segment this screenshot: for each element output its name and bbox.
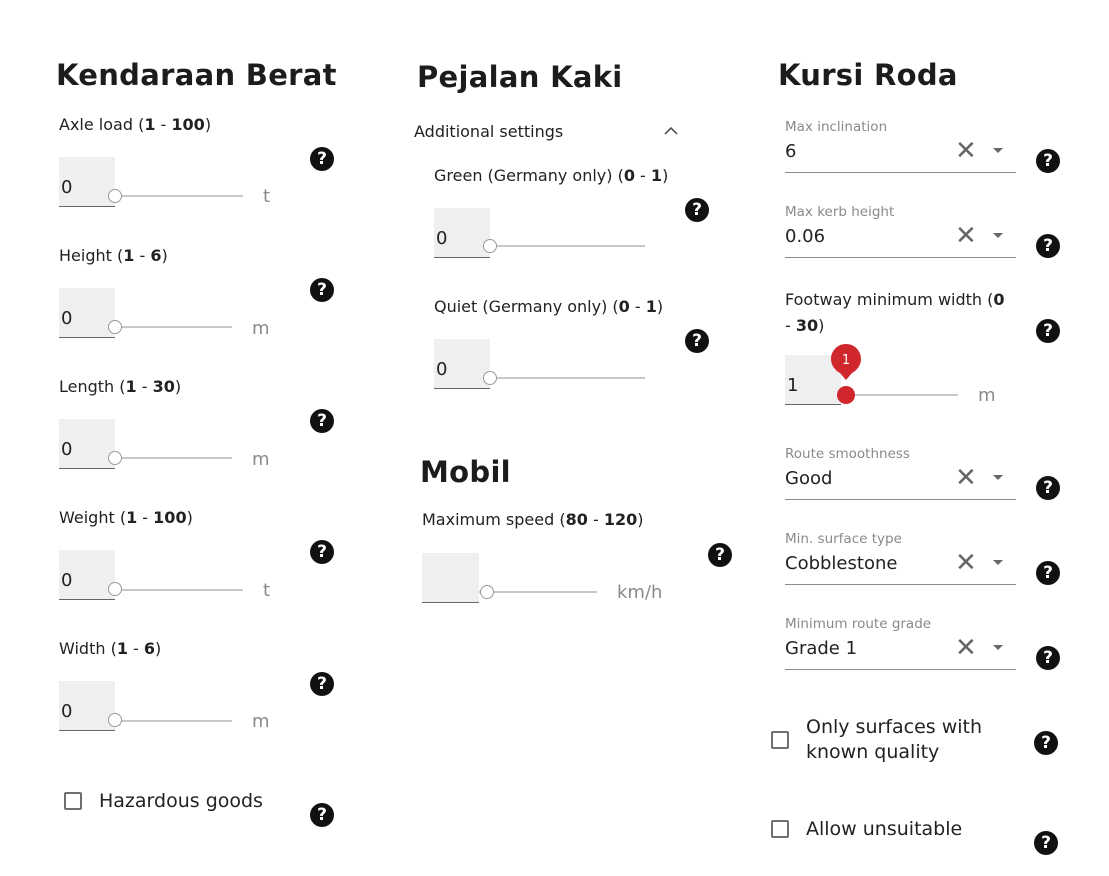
max-inclination-help-icon[interactable]: ? — [1036, 149, 1060, 173]
route-smoothness-caption: Route smoothness — [785, 446, 910, 462]
max-speed-help-icon[interactable]: ? — [708, 543, 732, 567]
dropdown-arrow-icon[interactable] — [993, 475, 1003, 480]
max-kerb-height-select[interactable]: Max kerb height 0.06 ✕ — [785, 202, 1016, 258]
footway-width-help-icon[interactable]: ? — [1036, 319, 1060, 343]
quiet-help-icon[interactable]: ? — [685, 329, 709, 353]
known-quality-checkbox[interactable] — [771, 731, 789, 749]
quiet-slider-track[interactable] — [490, 377, 645, 379]
min-route-grade-help-icon[interactable]: ? — [1036, 646, 1060, 670]
route-smoothness-help-icon[interactable]: ? — [1036, 476, 1060, 500]
footway-width-unit: m — [978, 385, 996, 406]
min-surface-type-caption: Min. surface type — [785, 531, 902, 547]
quiet-label: Quiet (Germany only) (0 - 1) — [434, 297, 664, 316]
route-smoothness-value: Good — [785, 468, 833, 489]
width-slider-track[interactable] — [115, 720, 232, 722]
width-unit: m — [252, 711, 270, 732]
axle-load-help-icon[interactable]: ? — [310, 147, 334, 171]
heavy-vehicle-title: Kendaraan Berat — [56, 58, 337, 92]
green-input[interactable]: 0 — [434, 208, 490, 258]
length-slider-thumb[interactable] — [108, 451, 122, 465]
weight-slider-thumb[interactable] — [108, 582, 122, 596]
width-label: Width (1 - 6) — [59, 639, 162, 658]
route-smoothness-select[interactable]: Route smoothness Good ✕ — [785, 444, 1016, 500]
length-label: Length (1 - 30) — [59, 377, 182, 396]
pedestrian-title: Pejalan Kaki — [417, 60, 623, 94]
known-quality-label: Only surfaces with known quality — [806, 716, 983, 763]
max-speed-slider-track[interactable] — [479, 591, 597, 593]
height-label: Height (1 - 6) — [59, 246, 168, 265]
height-input[interactable]: 0 — [59, 288, 115, 338]
length-slider-track[interactable] — [115, 457, 232, 459]
weight-slider-track[interactable] — [115, 589, 243, 591]
clear-icon[interactable]: ✕ — [955, 137, 977, 165]
axle-load-slider-track[interactable] — [115, 195, 243, 197]
footway-width-label: Footway minimum width (0 - 30) — [785, 290, 1005, 335]
axle-load-label: Axle load (1 - 100) — [59, 115, 212, 134]
weight-input[interactable]: 0 — [59, 550, 115, 600]
weight-help-icon[interactable]: ? — [310, 540, 334, 564]
weight-label: Weight (1 - 100) — [59, 508, 193, 527]
min-surface-type-value: Cobblestone — [785, 553, 898, 574]
dropdown-arrow-icon[interactable] — [993, 560, 1003, 565]
hazardous-goods-label: Hazardous goods — [99, 790, 263, 812]
dropdown-arrow-icon[interactable] — [993, 645, 1003, 650]
clear-icon[interactable]: ✕ — [955, 634, 977, 662]
clear-icon[interactable]: ✕ — [955, 464, 977, 492]
width-slider-thumb[interactable] — [108, 713, 122, 727]
max-kerb-height-caption: Max kerb height — [785, 204, 895, 220]
max-inclination-value: 6 — [785, 141, 797, 162]
axle-load-slider-thumb[interactable] — [108, 189, 122, 203]
max-speed-input[interactable] — [422, 553, 479, 603]
length-help-icon[interactable]: ? — [310, 409, 334, 433]
chevron-up-icon[interactable] — [664, 126, 678, 136]
footway-width-badge: 1 — [842, 353, 850, 368]
width-input[interactable]: 0 — [59, 681, 115, 731]
hazardous-goods-checkbox[interactable] — [64, 792, 82, 810]
green-help-icon[interactable]: ? — [685, 198, 709, 222]
length-input[interactable]: 0 — [59, 419, 115, 469]
footway-width-slider-thumb[interactable]: 1 — [828, 342, 864, 408]
green-slider-track[interactable] — [490, 245, 645, 247]
hazardous-goods-help-icon[interactable]: ? — [310, 803, 334, 827]
wheelchair-title: Kursi Roda — [778, 58, 958, 92]
height-unit: m — [252, 318, 270, 339]
min-route-grade-caption: Minimum route grade — [785, 616, 932, 632]
allow-unsuitable-help-icon[interactable]: ? — [1034, 831, 1058, 855]
weight-unit: t — [263, 580, 271, 601]
min-surface-type-help-icon[interactable]: ? — [1036, 561, 1060, 585]
min-surface-type-select[interactable]: Min. surface type Cobblestone ✕ — [785, 529, 1016, 585]
min-route-grade-select[interactable]: Minimum route grade Grade 1 ✕ — [785, 614, 1016, 670]
additional-settings-toggle[interactable]: Additional settings — [414, 122, 563, 141]
clear-icon[interactable]: ✕ — [955, 222, 977, 250]
known-quality-help-icon[interactable]: ? — [1034, 731, 1058, 755]
length-unit: m — [252, 449, 270, 470]
clear-icon[interactable]: ✕ — [955, 549, 977, 577]
green-label: Green (Germany only) (0 - 1) — [434, 166, 669, 185]
allow-unsuitable-checkbox[interactable] — [771, 820, 789, 838]
allow-unsuitable-label: Allow unsuitable — [806, 818, 963, 840]
quiet-input[interactable]: 0 — [434, 339, 490, 389]
quiet-slider-thumb[interactable] — [483, 371, 497, 385]
axle-load-input[interactable]: 0 — [59, 157, 115, 207]
height-slider-thumb[interactable] — [108, 320, 122, 334]
max-speed-slider-thumb[interactable] — [480, 585, 494, 599]
max-kerb-height-value: 0.06 — [785, 226, 826, 247]
car-title: Mobil — [420, 455, 511, 489]
dropdown-arrow-icon[interactable] — [993, 233, 1003, 238]
max-inclination-caption: Max inclination — [785, 119, 888, 135]
width-help-icon[interactable]: ? — [310, 672, 334, 696]
green-slider-thumb[interactable] — [483, 239, 497, 253]
max-speed-label: Maximum speed (80 - 120) — [422, 510, 644, 529]
max-speed-unit: km/h — [617, 582, 663, 603]
min-route-grade-value: Grade 1 — [785, 638, 858, 659]
max-kerb-height-help-icon[interactable]: ? — [1036, 234, 1060, 258]
dropdown-arrow-icon[interactable] — [993, 148, 1003, 153]
height-help-icon[interactable]: ? — [310, 278, 334, 302]
height-slider-track[interactable] — [115, 326, 232, 328]
axle-load-unit: t — [263, 186, 271, 207]
max-inclination-select[interactable]: Max inclination 6 ✕ — [785, 117, 1016, 173]
